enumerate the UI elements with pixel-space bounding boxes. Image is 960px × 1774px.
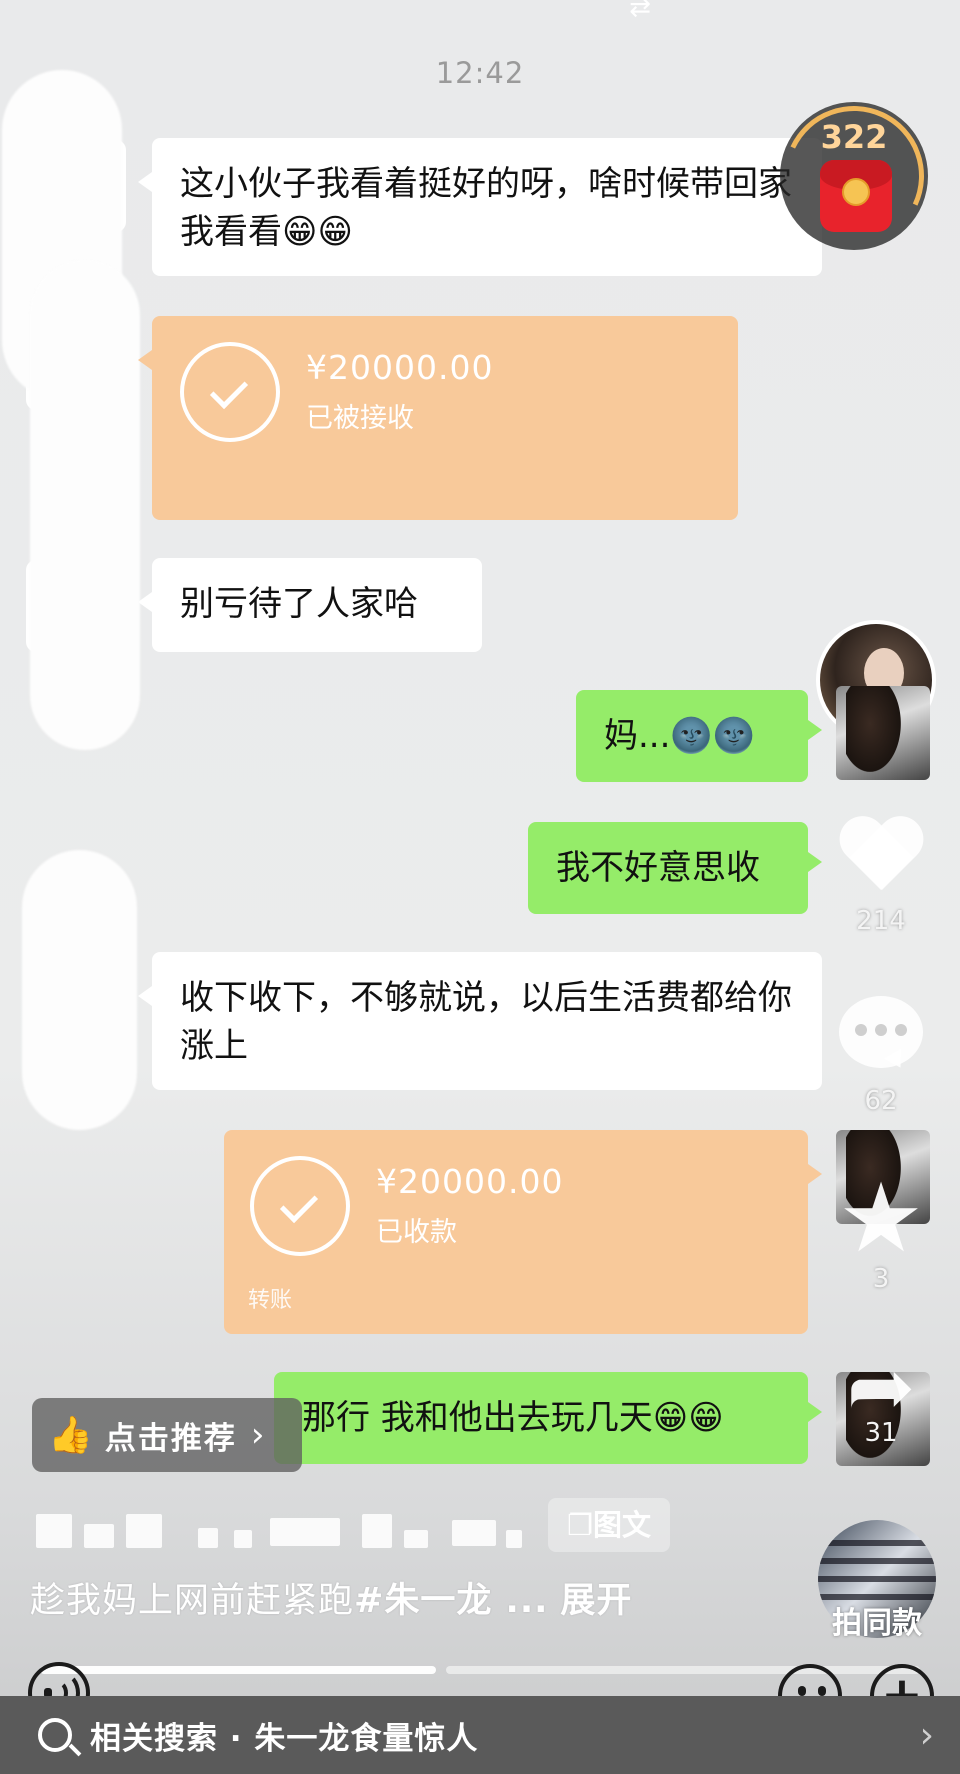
caption-text: 趁我妈上网前赶紧跑 bbox=[30, 1581, 355, 1621]
censored-username bbox=[404, 1530, 428, 1548]
progress-filled bbox=[40, 1666, 436, 1674]
comment-button[interactable]: 62 bbox=[826, 996, 936, 1116]
my-avatar bbox=[836, 686, 930, 780]
transfer-amount: ¥20000.00 bbox=[376, 1162, 564, 1201]
caption-hashtag[interactable]: #朱一龙 ... bbox=[354, 1581, 548, 1621]
red-packet-widget[interactable]: 322 bbox=[764, 86, 944, 266]
screen: ⇄ 12:42 这小伙子我看着挺好的呀，啥时候带回家我看看😁😁 ¥20000.0… bbox=[0, 0, 960, 1774]
transfer-status: 已被接收 bbox=[306, 403, 414, 434]
incoming-message[interactable]: 收下收下，不够就说，以后生活费都给你涨上 bbox=[138, 952, 822, 1090]
heart-icon bbox=[836, 818, 926, 898]
comment-icon bbox=[839, 996, 923, 1082]
red-packet-count: 322 bbox=[820, 118, 888, 156]
censor-scribble bbox=[30, 260, 140, 750]
recommend-button[interactable]: 👍 点击推荐 › bbox=[32, 1398, 302, 1472]
outgoing-message[interactable]: 我不好意思收 bbox=[528, 822, 822, 914]
outgoing-message[interactable]: 妈...🌚🌚 bbox=[576, 690, 822, 782]
like-button[interactable]: 214 bbox=[826, 818, 936, 936]
post-caption[interactable]: 趁我妈上网前赶紧跑#朱一龙 ... 展开 bbox=[30, 1572, 632, 1623]
favorite-button[interactable]: ★ 3 bbox=[826, 1162, 936, 1294]
censored-username bbox=[362, 1514, 392, 1548]
incoming-message[interactable]: 别亏待了人家哈 bbox=[138, 558, 482, 652]
censored-username bbox=[234, 1530, 252, 1548]
red-envelope-icon bbox=[820, 160, 892, 232]
transfer-status: 已收款 bbox=[376, 1217, 457, 1248]
censored-username bbox=[270, 1518, 340, 1546]
transfer-card[interactable]: ¥20000.00 已被接收 bbox=[138, 316, 738, 520]
same-style-label[interactable]: 拍同款 bbox=[812, 1598, 942, 1642]
censored-username bbox=[506, 1530, 522, 1548]
photo-post-badge: ❐图文 bbox=[548, 1498, 670, 1552]
gallery-icon: ❐ bbox=[566, 1508, 593, 1542]
censor-scribble bbox=[22, 850, 137, 1130]
message-text: 别亏待了人家哈 bbox=[180, 584, 418, 624]
comment-count: 62 bbox=[864, 1086, 898, 1116]
chat-timestamp: 12:42 bbox=[435, 56, 525, 90]
message-text: 我不好意思收 bbox=[556, 848, 760, 888]
censored-username bbox=[36, 1514, 72, 1548]
recommend-label: 点击推荐 bbox=[104, 1420, 237, 1457]
transfer-label: 转账 bbox=[248, 1288, 293, 1313]
swap-icon[interactable]: ⇄ bbox=[620, 0, 660, 21]
star-icon: ★ bbox=[837, 1162, 925, 1274]
check-circle-icon bbox=[250, 1156, 350, 1256]
search-icon bbox=[38, 1718, 72, 1752]
share-count: 31 bbox=[864, 1418, 898, 1448]
related-search-text: 相关搜索 · 朱一龙食量惊人 bbox=[90, 1720, 479, 1757]
chevron-right-icon: › bbox=[250, 1415, 265, 1455]
censored-username bbox=[198, 1528, 218, 1548]
transfer-amount: ¥20000.00 bbox=[306, 348, 494, 387]
message-text: 收下收下，不够就说，以后生活费都给你涨上 bbox=[180, 978, 792, 1066]
badge-label: 图文 bbox=[592, 1508, 651, 1542]
check-circle-icon bbox=[180, 342, 280, 442]
transfer-card[interactable]: ¥20000.00 已收款 转账 bbox=[224, 1130, 822, 1334]
chevron-right-icon: › bbox=[919, 1714, 934, 1756]
incoming-message[interactable]: 这小伙子我看着挺好的呀，啥时候带回家我看看😁😁 bbox=[138, 138, 822, 276]
like-count: 214 bbox=[856, 906, 906, 936]
share-button[interactable]: ➦ 31 bbox=[826, 1340, 936, 1449]
censored-username bbox=[452, 1520, 496, 1546]
message-text: 这小伙子我看着挺好的呀，啥时候带回家我看看😁😁 bbox=[180, 164, 792, 252]
related-search-bar[interactable]: 相关搜索 · 朱一龙食量惊人 › bbox=[0, 1696, 960, 1774]
message-text: 妈...🌚🌚 bbox=[604, 716, 756, 756]
message-text: 那行 我和他出去玩几天😁😁 bbox=[302, 1398, 724, 1438]
censored-username bbox=[126, 1514, 162, 1548]
thumbs-up-icon: 👍 bbox=[48, 1415, 93, 1456]
share-arrow-icon: ➦ bbox=[846, 1340, 916, 1435]
outgoing-message[interactable]: 那行 我和他出去玩几天😁😁 bbox=[274, 1372, 822, 1464]
progress-remaining bbox=[446, 1666, 920, 1674]
expand-link[interactable]: 展开 bbox=[560, 1581, 632, 1621]
censored-username bbox=[84, 1524, 114, 1548]
